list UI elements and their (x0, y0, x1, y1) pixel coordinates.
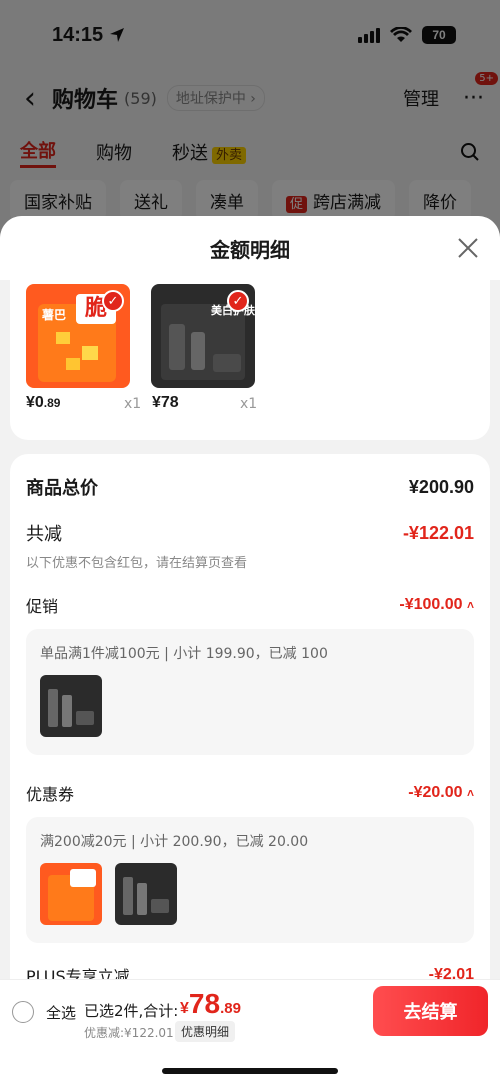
total-price: ¥78.89 (180, 988, 241, 1020)
selected-goods-card: 脆 薯巴 ✓ ¥0.89 x1 美白护肤 ✓ ¥78 x1 (10, 280, 490, 440)
total-value: ¥200.90 (408, 476, 474, 497)
chips-pack-name: 薯巴 (42, 308, 67, 322)
amount-detail-sheet: 金额明细 脆 薯巴 ✓ ¥0.89 x1 美白护肤 ✓ (0, 216, 500, 1084)
promo-amount: -¥100.00 (399, 596, 463, 613)
price-detail-card: 商品总价 ¥200.90 共减 -¥122.01 以下优惠不包含红包，请在结算页… (10, 454, 490, 1014)
product-skincare-qty: x1 (240, 396, 258, 412)
skincare-thumb (40, 675, 102, 737)
discount-detail-button[interactable]: 优惠明细 (175, 1021, 236, 1042)
coupon-value: -¥20.00 ˄ (408, 784, 474, 802)
checked-icon: ✓ (227, 290, 249, 312)
select-all-label[interactable]: 全选 (46, 1002, 76, 1023)
promo-value: -¥100.00 ˄ (399, 596, 474, 614)
checked-icon: ✓ (102, 290, 124, 312)
checkout-button[interactable]: 去结算 (373, 986, 488, 1036)
close-icon[interactable] (456, 236, 480, 260)
selected-count: 已选2件,合计: (84, 1002, 179, 1020)
price-int: ¥0 (26, 394, 44, 411)
chevron-up-icon: ˄ (466, 598, 474, 612)
chips-thumb (40, 863, 102, 925)
skincare-thumb (115, 863, 178, 925)
total-label: 商品总价 (26, 478, 98, 499)
promo-line: 单品满1件减100元 | 小计 199.90，已减 100 (40, 646, 328, 662)
promo-row[interactable]: 促销 -¥100.00 ˄ (26, 593, 474, 617)
sheet-header: 金额明细 (0, 216, 500, 280)
chevron-up-icon: ˄ (466, 786, 474, 800)
reduce-label: 共减 (26, 524, 62, 545)
product-chips[interactable]: 脆 薯巴 ✓ (26, 284, 130, 388)
chips-product-image: 脆 薯巴 ✓ (26, 284, 130, 388)
coupon-label: 优惠券 (26, 785, 75, 804)
total-row: 商品总价 ¥200.90 (26, 454, 474, 500)
promo-detail-box: 单品满1件减100元 | 小计 199.90，已减 100 (26, 629, 474, 755)
total-dec: .89 (220, 1000, 241, 1017)
coupon-row[interactable]: 优惠券 -¥20.00 ˄ (26, 781, 474, 805)
promo-label: 促销 (26, 597, 59, 616)
select-all-radio[interactable] (12, 1001, 34, 1023)
reduce-value: -¥122.01 (402, 522, 474, 543)
product-chips-qty: x1 (124, 396, 142, 412)
skincare-product-image: 美白护肤 ✓ (151, 284, 255, 388)
coupon-detail-box: 满200减20元 | 小计 200.90，已减 20.00 (26, 817, 474, 943)
total-int: 78 (188, 988, 221, 1019)
price-dec: .89 (43, 396, 61, 410)
reduce-row: 共减 -¥122.01 (26, 520, 474, 546)
product-chips-price: ¥0.89 (26, 394, 60, 412)
price-int: ¥78 (152, 394, 179, 411)
home-indicator (162, 1068, 338, 1074)
coupon-line: 满200减20元 | 小计 200.90，已减 20.00 (40, 834, 309, 850)
coupon-amount: -¥20.00 (408, 784, 463, 801)
saved-amount: 优惠减:¥122.01 (84, 1026, 174, 1040)
total-yen: ¥ (180, 1000, 189, 1017)
product-skincare-price: ¥78 (152, 394, 179, 412)
product-skincare[interactable]: 美白护肤 ✓ (151, 284, 255, 388)
checkout-bar: 全选 已选2件,合计: ¥78.89 优惠减:¥122.01 优惠明细 去结算 (0, 979, 500, 1084)
sheet-title: 金额明细 (210, 237, 290, 262)
reduce-note: 以下优惠不包含红包，请在结算页查看 (26, 556, 248, 571)
